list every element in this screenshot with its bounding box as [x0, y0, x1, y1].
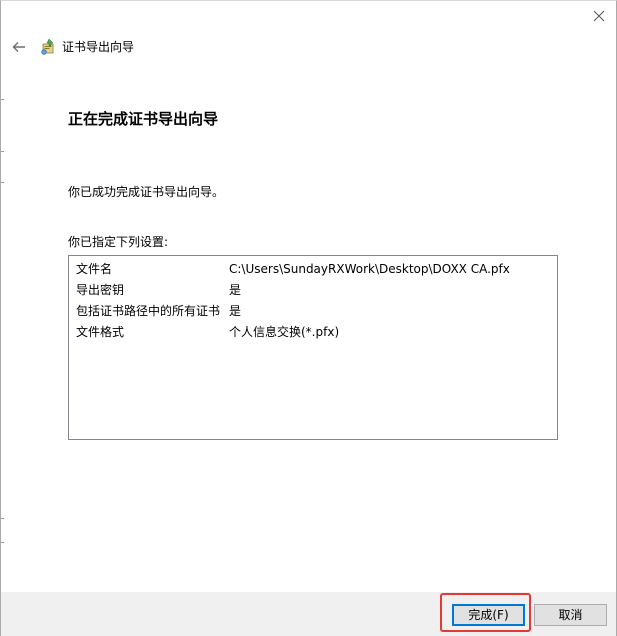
- cancel-button[interactable]: 取消: [534, 604, 607, 626]
- setting-key: 包括证书路径中的所有证书: [76, 304, 221, 318]
- certificate-wizard-icon: [41, 38, 54, 55]
- finish-button[interactable]: 完成(F): [452, 604, 525, 626]
- setting-value: C:\Users\SundayRXWork\Desktop\DOXX CA.pf…: [229, 262, 510, 276]
- setting-key: 导出密钥: [76, 283, 125, 297]
- setting-value: 是: [229, 304, 242, 318]
- setting-value: 是: [229, 283, 242, 297]
- background-edge: [1, 542, 4, 543]
- success-message: 你已成功完成证书导出向导。: [68, 185, 225, 199]
- window-title: 证书导出向导: [62, 40, 135, 54]
- setting-key: 文件格式: [76, 325, 125, 339]
- background-edge: [1, 99, 4, 100]
- back-arrow-icon: [12, 42, 25, 52]
- setting-value: 个人信息交换(*.pfx): [229, 325, 340, 339]
- settings-list: 文件名 C:\Users\SundayRXWork\Desktop\DOXX C…: [68, 255, 558, 440]
- certificate-export-wizard-window: 证书导出向导 正在完成证书导出向导 你已成功完成证书导出向导。 你已指定下列设置…: [0, 0, 617, 636]
- back-button[interactable]: [8, 36, 30, 58]
- page-heading: 正在完成证书导出向导: [68, 110, 219, 128]
- setting-key: 文件名: [76, 262, 113, 276]
- background-edge: [1, 518, 4, 519]
- close-button[interactable]: [588, 5, 610, 27]
- background-edge: [1, 151, 4, 152]
- background-edge: [1, 182, 4, 183]
- close-icon: [593, 10, 605, 22]
- settings-label: 你已指定下列设置:: [68, 235, 169, 249]
